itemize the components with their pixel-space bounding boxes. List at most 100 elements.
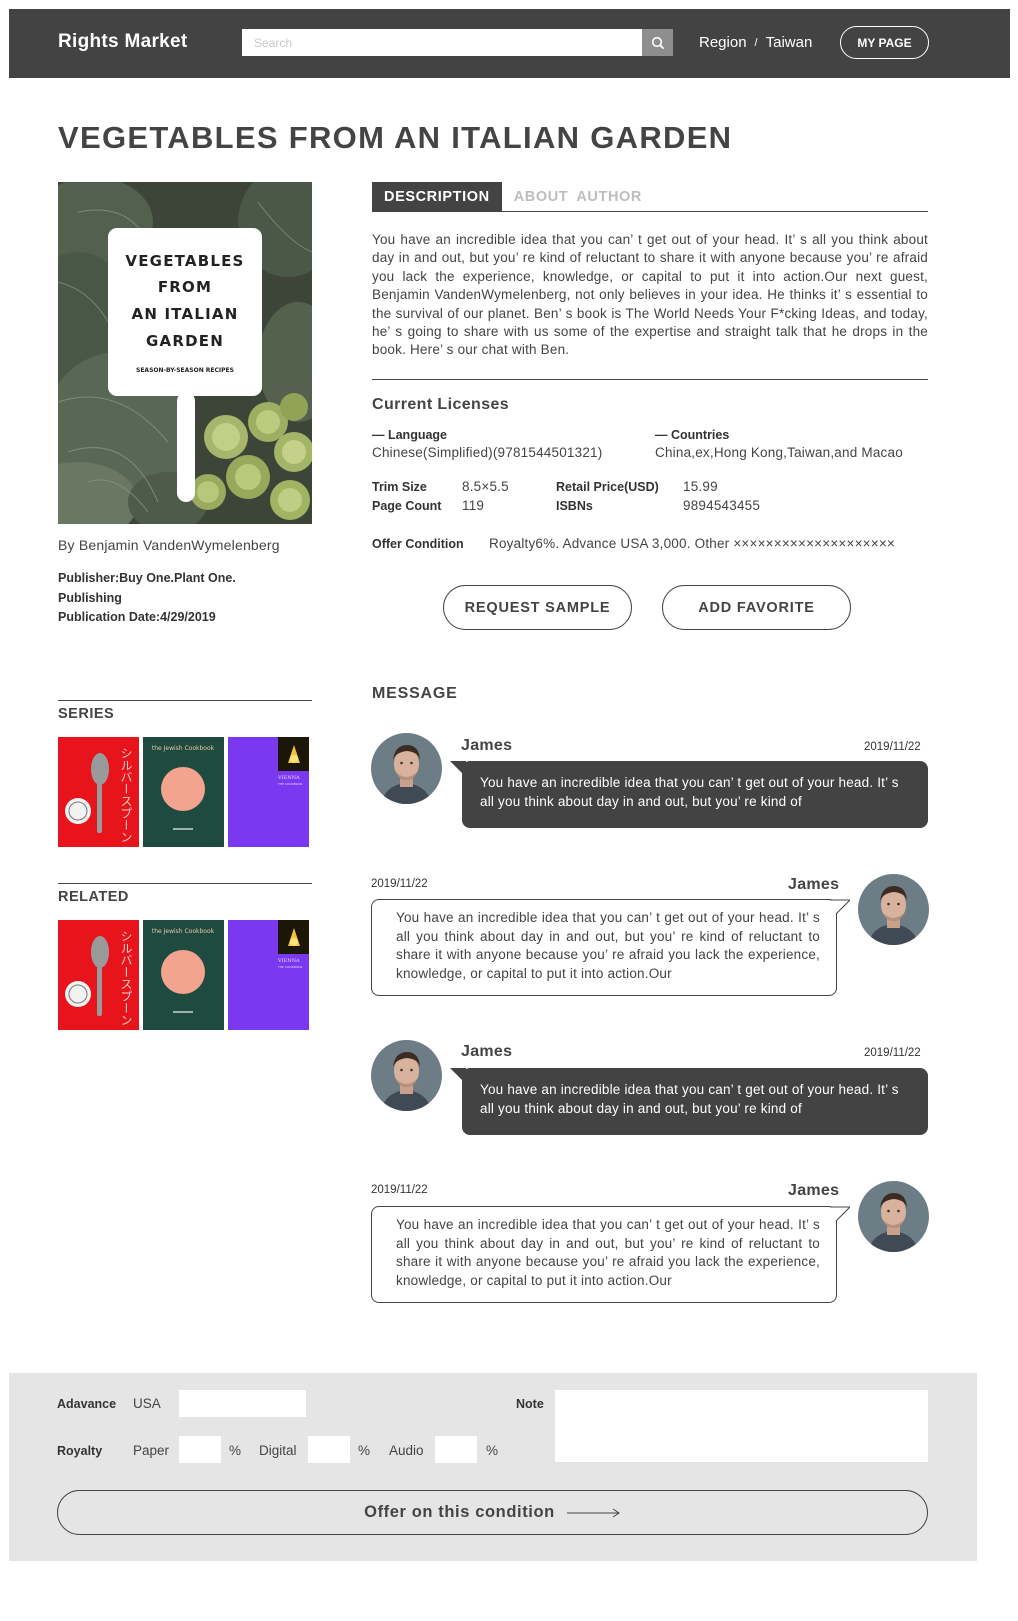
- region-label: Region: [699, 34, 747, 51]
- message-author: James: [461, 1043, 513, 1060]
- page-title: VEGETABLES FROM AN ITALIAN GARDEN: [58, 120, 733, 155]
- related-jp-title: シルバースプーン: [119, 930, 133, 1026]
- divider: [372, 379, 928, 380]
- message-author: James: [461, 737, 513, 754]
- tab-description[interactable]: DESCRIPTION: [372, 182, 502, 211]
- cover-title-line-3: AN ITALIAN: [132, 305, 239, 323]
- series-heading: SERIES: [58, 706, 115, 722]
- series-book-jewish-cookbook[interactable]: the Jewish Cookbook: [143, 737, 224, 847]
- digital-label: Digital: [259, 1443, 297, 1458]
- region-value: Taiwan: [765, 34, 813, 51]
- language-label: — Language: [372, 428, 448, 442]
- avatar[interactable]: [858, 874, 929, 945]
- note-label: Note: [516, 1397, 544, 1411]
- my-page-button[interactable]: MY PAGE: [840, 26, 929, 59]
- search-icon: [651, 36, 664, 49]
- add-favorite-button[interactable]: ADD FAVORITE: [662, 585, 851, 630]
- advance-amount-input[interactable]: [179, 1390, 306, 1417]
- retail-price-label: Retail Price(USD): [556, 480, 659, 494]
- series-divider: [58, 700, 312, 701]
- site-logo[interactable]: Rights Market: [58, 31, 188, 53]
- offer-on-condition-button[interactable]: Offer on this condition: [57, 1490, 928, 1535]
- related-book-silver-spoon[interactable]: シルバースプーン: [58, 920, 139, 1030]
- related-heading: RELATED: [58, 889, 129, 905]
- avatar[interactable]: [858, 1181, 929, 1252]
- countries-value: China,ex,Hong Kong,Taiwan,and Macao: [655, 445, 903, 460]
- series-green-title: the Jewish Cookbook: [152, 745, 215, 752]
- region-separator: /: [754, 36, 758, 49]
- detail-tabs: DESCRIPTION ABOUT AUTHOR: [372, 182, 928, 212]
- digital-royalty-input[interactable]: [308, 1436, 350, 1463]
- digital-percent: %: [358, 1443, 371, 1458]
- related-thumbnails: シルバースプーン the Jewish Cookbook VIENNA THE …: [58, 920, 312, 1030]
- series-purple-subtitle: THE COOKBOOK: [277, 782, 303, 786]
- retail-price-value: 15.99: [683, 479, 718, 494]
- message-date: 2019/11/22: [371, 1184, 428, 1196]
- related-purple-title: VIENNA: [277, 958, 300, 964]
- related-book-vienna[interactable]: VIENNA THE COOKBOOK: [228, 920, 309, 1030]
- publication-info: Publisher:Buy One.Plant One. Publishing …: [58, 569, 236, 628]
- message-date: 2019/11/22: [371, 878, 428, 890]
- isbn-value: 9894543455: [683, 498, 761, 513]
- message-date: 2019/11/22: [864, 741, 921, 753]
- royalty-label: Royalty: [57, 1444, 103, 1458]
- trim-size-label: Trim Size: [372, 480, 427, 494]
- countries-label: — Countries: [655, 428, 730, 442]
- cover-title-line-2: FROM: [158, 278, 212, 296]
- audio-percent: %: [486, 1443, 499, 1458]
- publisher-line-2: Publishing: [58, 590, 122, 605]
- page-count-value: 119: [462, 498, 485, 513]
- offer-condition-label: Offer Condition: [372, 537, 464, 551]
- request-sample-button[interactable]: REQUEST SAMPLE: [443, 585, 632, 630]
- related-divider: [58, 883, 312, 884]
- book-description: You have an incredible idea that you can…: [372, 232, 928, 358]
- current-licenses-heading: Current Licenses: [372, 396, 510, 413]
- note-textarea[interactable]: [555, 1390, 928, 1462]
- series-book-silver-spoon[interactable]: シルバースプーン: [58, 737, 139, 847]
- avatar[interactable]: [371, 733, 442, 804]
- top-nav-bar: Rights Market Region / Taiwan MY PAGE: [9, 9, 1010, 78]
- search-input[interactable]: [242, 29, 642, 56]
- page-count-label: Page Count: [372, 499, 442, 513]
- cover-title-line-4: GARDEN: [146, 332, 224, 350]
- offer-condition-value: Royalty6%. Advance USA 3,000. Other ××××…: [489, 536, 896, 551]
- message-date: 2019/11/22: [864, 1047, 921, 1059]
- series-purple-title: VIENNA: [277, 775, 300, 781]
- isbn-label: ISBNs: [556, 499, 593, 513]
- advance-currency: USA: [133, 1396, 161, 1411]
- trim-size-value: 8.5×5.5: [462, 479, 509, 494]
- message-author: James: [788, 876, 840, 893]
- paper-label: Paper: [133, 1443, 170, 1458]
- paper-percent: %: [229, 1443, 242, 1458]
- message-bubble: You have an incredible idea that you can…: [462, 1068, 928, 1135]
- paper-royalty-input[interactable]: [179, 1436, 221, 1463]
- message-bubble: You have an incredible idea that you can…: [371, 1206, 837, 1303]
- book-cover-image: VEGETABLES FROM AN ITALIAN GARDEN SEASON…: [58, 182, 312, 524]
- search-button[interactable]: [642, 29, 673, 56]
- tab-about-author[interactable]: ABOUT AUTHOR: [502, 182, 654, 211]
- related-purple-subtitle: THE COOKBOOK: [277, 965, 303, 969]
- publication-date: Publication Date:4/29/2019: [58, 610, 216, 624]
- advance-label: Adavance: [57, 1397, 117, 1411]
- series-thumbnails: シルバースプーン the Jewish Cookbook VIENNA THE …: [58, 737, 312, 847]
- bubble-tail: [830, 899, 850, 915]
- bubble-tail: [830, 1206, 850, 1222]
- message-bubble: You have an incredible idea that you can…: [462, 761, 928, 828]
- series-book-vienna[interactable]: VIENNA THE COOKBOOK: [228, 737, 309, 847]
- book-author[interactable]: By Benjamin VandenWymelenberg: [58, 537, 280, 553]
- region-selector[interactable]: Region / Taiwan: [699, 34, 812, 51]
- offer-form: Adavance USA Note Royalty Paper % Digita…: [9, 1373, 977, 1561]
- cover-subtitle: SEASON-BY-SEASON RECIPES: [136, 367, 234, 374]
- related-green-title: the Jewish Cookbook: [152, 928, 215, 935]
- related-book-jewish-cookbook[interactable]: the Jewish Cookbook: [143, 920, 224, 1030]
- message-bubble: You have an incredible idea that you can…: [371, 899, 837, 996]
- message-heading: MESSAGE: [372, 685, 458, 702]
- cover-title-line-1: VEGETABLES: [125, 252, 244, 270]
- offer-button-label: Offer on this condition: [364, 1503, 555, 1521]
- avatar[interactable]: [371, 1040, 442, 1111]
- audio-label: Audio: [389, 1443, 424, 1458]
- series-jp-title: シルバースプーン: [119, 747, 133, 843]
- message-author: James: [788, 1182, 840, 1199]
- audio-royalty-input[interactable]: [435, 1436, 477, 1463]
- arrow-right-icon: [566, 1508, 620, 1517]
